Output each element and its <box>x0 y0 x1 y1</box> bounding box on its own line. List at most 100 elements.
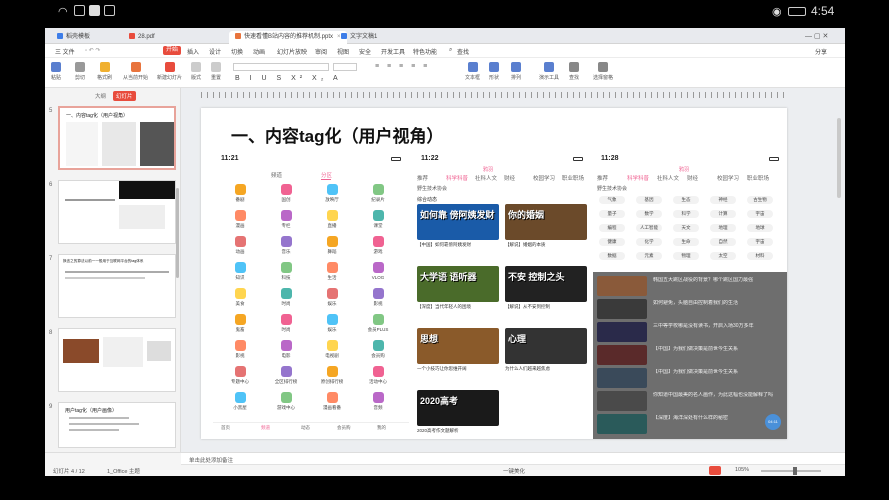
channel-label: 娱乐 <box>327 301 337 306</box>
slide[interactable]: 一、内容tag化（用户视角） 11:21 频道 分区 番剧 国创 放映厅 纪录片 漫画专… <box>201 108 787 439</box>
news-thumbnail <box>597 322 647 342</box>
phone-tab: 科学科普 <box>627 176 650 182</box>
video-thumbnail: 心理 <box>505 328 587 364</box>
ribbon-label: 粘贴 <box>51 75 62 81</box>
hot-label: 综合动态 <box>417 197 438 203</box>
shapes-button[interactable]: 形状 <box>489 62 499 81</box>
quick-access[interactable]: ▫ ↶ ↷ <box>85 47 101 54</box>
share-button[interactable]: 分享 <box>815 47 827 56</box>
channel-label: 直播 <box>327 223 337 228</box>
font-family-select[interactable] <box>233 63 329 71</box>
slide-title[interactable]: 一、内容tag化（用户视角） <box>231 122 444 147</box>
channel-label: 鬼畜 <box>235 327 245 332</box>
menu-insert[interactable]: 插入 <box>187 47 199 56</box>
paragraph-buttons[interactable]: ≡ ≡ ≡ ≡ ≡ <box>375 63 430 70</box>
channel-item: 时尚 <box>271 288 301 307</box>
channel-icon <box>234 262 246 273</box>
channel-label: 活动中心 <box>369 379 387 384</box>
channel-icon <box>372 366 384 377</box>
section-label: 野生技术协会 <box>597 186 628 192</box>
arrange-button[interactable]: 排列 <box>511 62 521 81</box>
tab-doc[interactable]: 文字文稿1 <box>335 31 383 44</box>
menu-security[interactable]: 安全 <box>359 47 371 56</box>
channel-icon <box>326 236 338 247</box>
find-icon <box>569 62 579 72</box>
channel-icon <box>280 314 292 325</box>
menu-transition[interactable]: 切换 <box>231 47 243 56</box>
tab-slides[interactable]: 幻灯片 <box>113 91 136 101</box>
channel-label: 会员购 <box>371 353 385 358</box>
zoom-slider[interactable] <box>761 470 821 472</box>
tab-label: 文字文稿1 <box>350 34 378 40</box>
search-icon[interactable]: ⌕ <box>449 47 452 54</box>
tag-chip: 科学 <box>673 210 699 218</box>
floating-button[interactable]: 04:11 <box>765 414 781 430</box>
channel-label: 美食 <box>235 301 245 306</box>
menu-design[interactable]: 设计 <box>209 47 221 56</box>
reset-button[interactable]: 重置 <box>211 62 221 81</box>
new-slide-button[interactable]: 新建幻灯片 <box>157 62 182 81</box>
tab-home[interactable]: 稻壳模板 <box>51 31 96 44</box>
channel-icon <box>372 184 384 195</box>
channel-icon <box>372 392 384 403</box>
video-thumbnail-text: 你的婚姻 <box>508 210 545 220</box>
news-thumbnail <box>597 345 647 365</box>
channel-label: 影视 <box>373 301 383 306</box>
app-icon <box>89 5 100 16</box>
channel-label: 小黑屋 <box>233 405 247 410</box>
slide-thumbnail[interactable]: 一、内容tag化（用户视角） <box>58 106 176 170</box>
thumb-line <box>65 271 169 273</box>
menu-review[interactable]: 审阅 <box>315 47 327 56</box>
find-button[interactable]: 查找 <box>569 62 579 81</box>
beautify-button[interactable]: 一键美化 <box>503 467 525 475</box>
nav-me: 我的 <box>377 425 386 430</box>
tab-pdf[interactable]: 28.pdf <box>123 31 161 44</box>
channel-item: 活动中心 <box>363 366 393 385</box>
slide-thumbnail[interactable]: 用户tag化（用户画像） <box>58 402 176 448</box>
layout-button[interactable]: 版式 <box>191 62 201 81</box>
canvas-scrollbar[interactable] <box>837 118 841 198</box>
tab-label: 快速看懂B站内容的推荐机制.pptx <box>244 34 334 40</box>
textbox-icon <box>467 62 478 72</box>
play-from-current-button[interactable]: 从当前开始 <box>123 62 148 81</box>
slide-counter: 幻灯片 4 / 12 <box>53 469 85 475</box>
home-icon <box>57 33 63 39</box>
menu-developer[interactable]: 开发工具 <box>381 47 405 56</box>
menu-features[interactable]: 特色功能 <box>413 47 437 56</box>
font-format-buttons[interactable]: B I U S X² X₂ A <box>235 75 342 82</box>
channel-icon <box>326 314 338 325</box>
menu-slideshow[interactable]: 幻灯片放映 <box>277 47 307 56</box>
zoom-level[interactable]: 105% <box>735 467 749 473</box>
menu-animation[interactable]: 动画 <box>253 47 265 56</box>
textbox-button[interactable]: 文本框 <box>465 62 480 81</box>
phone-time: 11:22 <box>421 155 439 162</box>
system-status-bar: ◠ ◉ 4:54 <box>0 0 889 24</box>
tag-chip: 数学 <box>636 210 662 218</box>
slide-thumbnail[interactable] <box>58 328 176 392</box>
presentation-tools-button[interactable]: 演示工具 <box>539 62 559 81</box>
ribbon-label: 剪切 <box>75 75 86 81</box>
play-icon[interactable] <box>709 466 721 475</box>
font-size-select[interactable] <box>333 63 357 71</box>
menu-file[interactable]: 三 文件 <box>55 47 75 56</box>
arrange-icon <box>511 62 521 72</box>
window-controls[interactable]: — ▢ ✕ <box>805 32 828 40</box>
app-icon <box>104 5 115 16</box>
zoom-slider-thumb[interactable] <box>793 467 797 475</box>
menu-view[interactable]: 视图 <box>337 47 349 56</box>
select-pane-button[interactable]: 选择窗格 <box>593 62 613 81</box>
notes-pane[interactable]: 单击此处添加备注 <box>181 453 845 465</box>
slide-thumbnail[interactable]: 换言之的算法以前一一般用于互联网平台的tag体系 <box>58 254 176 318</box>
video-card: 大学语 语听器 【深度】当代年轻人的困境 <box>417 266 499 310</box>
tab-pptx[interactable]: 快速看懂B站内容的推荐机制.pptx × <box>229 31 347 44</box>
tab-outline[interactable]: 大纲 <box>95 92 106 100</box>
menu-search[interactable]: 查找 <box>457 47 469 56</box>
paste-button[interactable]: 粘贴 <box>51 62 61 81</box>
cut-button[interactable]: 剪切 <box>75 62 85 81</box>
slide-thumbnail[interactable] <box>58 180 176 244</box>
sidebar-scrollbar[interactable] <box>176 188 179 278</box>
format-painter-button[interactable]: 格式刷 <box>97 62 112 81</box>
ribbon-toolbar: 粘贴 剪切 格式刷 从当前开始 新建幻灯片 版式 重置 B I U S X² X… <box>45 58 845 88</box>
menu-home[interactable]: 开始 <box>163 46 182 55</box>
theme-name: 1_Office 主题 <box>107 469 140 475</box>
